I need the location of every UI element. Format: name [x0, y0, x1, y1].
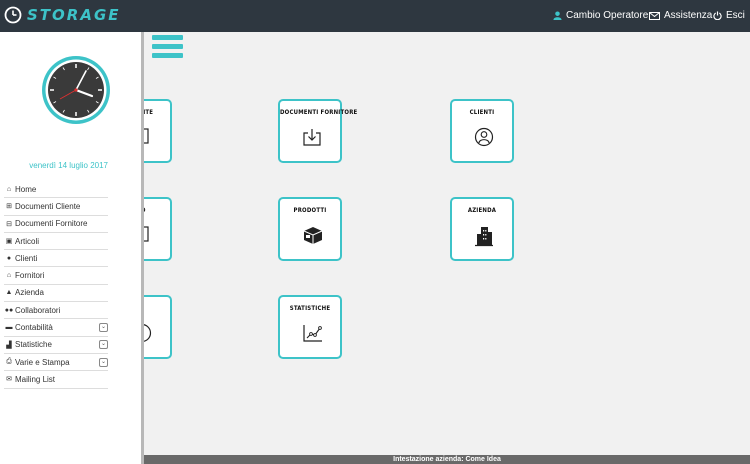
- folder-icon: ▬: [5, 324, 13, 332]
- operator-change-label: Cambio Operatore: [566, 10, 649, 21]
- sidebar-item-label: Mailing List: [15, 374, 56, 384]
- tile-label: PRODOTTI: [293, 207, 327, 214]
- hamburger-bar: [152, 53, 183, 58]
- sidebar-item-label: Collaboratori: [15, 305, 61, 315]
- chevron-down-icon[interactable]: ⌄: [99, 323, 108, 333]
- hamburger-bar: [152, 35, 183, 40]
- tile-label: CLIENTI: [469, 109, 495, 116]
- app-title: STORAGE: [27, 6, 121, 24]
- download-icon: [303, 129, 321, 146]
- user-icon: [553, 11, 562, 20]
- assistance-link[interactable]: Assistenza: [649, 10, 712, 21]
- tile-azienda[interactable]: AZIENDA: [450, 197, 514, 261]
- sidebar-item-documenti-fornitore[interactable]: ⊟ Documenti Fornitore: [4, 216, 108, 233]
- tile-documenti-fornitore[interactable]: DOCUMENTI FORNITORE: [278, 99, 358, 163]
- sidebar: venerdì 14 luglio 2017 ⌂ Home ⊞ Document…: [0, 32, 144, 464]
- clock-logo-icon: [4, 6, 22, 24]
- hamburger-bar: [152, 44, 183, 49]
- sidebar-item-label: Contabilità: [15, 323, 53, 333]
- sidebar-item-collaboratori[interactable]: ●● Collaboratori: [4, 302, 108, 320]
- box-icon: ▣: [5, 238, 13, 246]
- building-icon: ▲: [5, 289, 13, 297]
- app-logo[interactable]: STORAGE: [4, 6, 121, 24]
- home-icon: ⌂: [6, 185, 12, 193]
- sidebar-item-label: Statistiche: [15, 340, 52, 350]
- sidebar-item-label: Varie e Stampa: [15, 357, 70, 367]
- sidebar-item-clienti[interactable]: ● Clienti: [4, 250, 108, 268]
- tile-label: DOCUMENTI FORNITORE: [280, 109, 358, 116]
- mail-icon: ✉: [6, 376, 12, 384]
- user-icon: ●: [6, 254, 12, 262]
- chevron-down-icon[interactable]: ⌄: [99, 340, 108, 350]
- document-in-icon: ⊞: [6, 203, 12, 211]
- sidebar-item-varie-e-stampa[interactable]: ⎙ Varie e Stampa ⌄: [4, 354, 108, 372]
- sidebar-item-contabilita[interactable]: ▬ Contabilità ⌄: [4, 319, 108, 337]
- analog-clock: [42, 56, 110, 124]
- sidebar-item-articoli[interactable]: ▣ Articoli: [4, 233, 108, 251]
- sidebar-item-label: Documenti Fornitore: [15, 219, 88, 229]
- current-date: venerdì 14 luglio 2017: [29, 161, 108, 170]
- sidebar-item-azienda[interactable]: ▲ Azienda: [4, 285, 108, 303]
- tile-statistiche[interactable]: STATISTICHE: [278, 295, 342, 359]
- store-icon: ⌂: [6, 272, 12, 280]
- user-circle-icon: [474, 127, 494, 147]
- exit-link[interactable]: Esci: [713, 10, 745, 21]
- sidebar-item-label: Home: [15, 184, 37, 194]
- sidebar-item-statistiche[interactable]: ▟ Statistiche ⌄: [4, 337, 108, 354]
- box-icon: [303, 227, 323, 244]
- document-out-icon: ⊟: [6, 220, 12, 228]
- sidebar-item-label: Clienti: [15, 253, 38, 263]
- sidebar-item-fornitori[interactable]: ⌂ Fornitori: [4, 267, 108, 285]
- building-icon: [475, 227, 493, 247]
- assistance-label: Assistenza: [664, 10, 713, 21]
- sidebar-item-mailing-list[interactable]: ✉ Mailing List: [4, 371, 108, 389]
- sidebar-item-label: Azienda: [15, 288, 44, 298]
- chart-line-icon: [303, 325, 322, 342]
- tile-prodotti[interactable]: PRODOTTI: [278, 197, 342, 261]
- envelope-icon: [649, 11, 660, 20]
- sidebar-item-documenti-cliente[interactable]: ⊞ Documenti Cliente: [4, 198, 108, 216]
- chart-icon: ▟: [6, 341, 12, 349]
- exit-label: Esci: [726, 10, 745, 21]
- tile-label: AZIENDA: [467, 207, 497, 214]
- sidebar-item-label: Articoli: [15, 236, 40, 246]
- operator-change-link[interactable]: Cambio Operatore: [553, 10, 648, 21]
- sidebar-item-label: Fornitori: [15, 271, 45, 281]
- footer-company-header: Intestazione azienda: Come Idea: [144, 455, 750, 464]
- chevron-down-icon[interactable]: ⌄: [99, 357, 108, 367]
- printer-icon: ⎙: [6, 358, 12, 366]
- sidebar-item-home[interactable]: ⌂ Home: [4, 181, 108, 199]
- tile-label: STATISTICHE: [289, 305, 331, 312]
- top-bar: STORAGE Cambio Operatore Assistenza Esci: [0, 0, 750, 32]
- sidebar-item-label: Documenti Cliente: [15, 201, 81, 211]
- users-icon: ●●: [4, 306, 14, 314]
- tile-clienti[interactable]: CLIENTI: [450, 99, 514, 163]
- menu-toggle-button[interactable]: [152, 35, 183, 61]
- power-icon: [713, 11, 722, 20]
- sidebar-nav: ⌂ Home ⊞ Documenti Cliente ⊟ Documenti F…: [4, 181, 108, 389]
